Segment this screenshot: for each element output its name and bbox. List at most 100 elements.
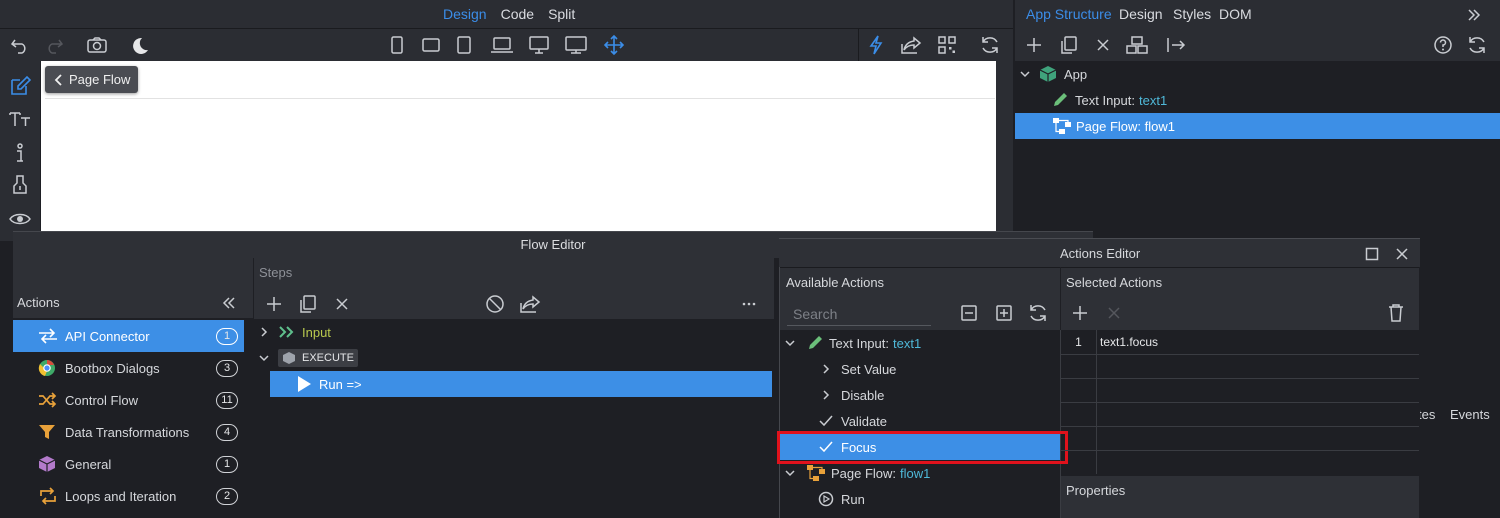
- action-api-connector[interactable]: API Connector 1: [13, 320, 244, 352]
- move-arrows-icon[interactable]: [603, 34, 625, 56]
- tab-code[interactable]: Code: [501, 6, 534, 22]
- collapse-all-icon[interactable]: [960, 304, 978, 322]
- grid-line: [1061, 426, 1419, 427]
- copy-step-icon[interactable]: [298, 294, 318, 314]
- action-count: 3: [216, 360, 238, 377]
- camera-icon[interactable]: [86, 36, 108, 54]
- help-icon[interactable]: [1433, 35, 1453, 55]
- tab-events[interactable]: Events: [1450, 407, 1490, 422]
- play-circle-icon: [818, 491, 834, 507]
- page-flow-back-button[interactable]: Page Flow: [45, 66, 139, 93]
- component-icon[interactable]: [1125, 35, 1149, 55]
- play-icon: [298, 376, 311, 392]
- add-action-icon[interactable]: [1071, 304, 1089, 322]
- execute-pill: EXECUTE: [278, 349, 358, 367]
- tablet-landscape-icon[interactable]: [421, 37, 441, 53]
- desktop-icon[interactable]: [528, 35, 550, 55]
- swap-arrows-icon: [39, 328, 57, 344]
- tab-split[interactable]: Split: [548, 6, 575, 22]
- available-action-set-value[interactable]: Set Value: [780, 356, 1060, 382]
- redo-icon[interactable]: [44, 36, 64, 54]
- step-run[interactable]: Run =>: [270, 371, 772, 397]
- maximize-icon[interactable]: [1365, 247, 1379, 261]
- tree-item-app-label: App: [1064, 66, 1088, 82]
- tab-design-panel[interactable]: Design: [1119, 6, 1163, 22]
- flow-icon: [1053, 118, 1071, 134]
- close-window-icon[interactable]: [1395, 247, 1409, 261]
- tree-item-page-flow-label: Page Flow: flow1: [1076, 118, 1175, 134]
- lightning-icon[interactable]: [868, 34, 884, 56]
- right-panel-tabs: App Structure Design Styles DOM: [1015, 0, 1500, 29]
- mode-bar: Design Code Split: [0, 0, 1013, 29]
- cube-icon: [1039, 66, 1057, 82]
- available-group-label: Text Input:: [829, 335, 889, 351]
- cube-icon: [38, 456, 56, 472]
- share-icon[interactable]: [900, 35, 922, 55]
- tree-item-app[interactable]: App: [1015, 61, 1500, 87]
- steps-tree: Input EXECUTE Run =>: [254, 319, 774, 518]
- tree-item-page-flow[interactable]: Page Flow: flow1: [1015, 113, 1500, 139]
- pencil-icon: [809, 336, 822, 349]
- steps-header: Steps: [254, 258, 774, 288]
- double-chevron-right-icon[interactable]: [1467, 8, 1481, 22]
- add-step-icon[interactable]: [265, 295, 283, 313]
- close-icon[interactable]: [1095, 37, 1111, 53]
- action-data-transformations[interactable]: Data Transformations 4: [13, 416, 244, 448]
- double-chevron-left-icon[interactable]: [222, 296, 236, 310]
- trash-icon[interactable]: [1387, 303, 1405, 323]
- action-bootbox-dialogs[interactable]: Bootbox Dialogs 3: [13, 352, 244, 384]
- selected-action-row[interactable]: 1 text1.focus: [1061, 330, 1419, 354]
- available-action-label: Run: [841, 491, 865, 507]
- action-general[interactable]: General 1: [13, 448, 244, 480]
- tab-styles[interactable]: Styles: [1173, 6, 1211, 22]
- disable-icon[interactable]: [485, 294, 505, 314]
- tab-attributes[interactable]: tes: [1418, 407, 1435, 422]
- text-icon[interactable]: [8, 109, 32, 129]
- copy-icon[interactable]: [1059, 35, 1079, 55]
- more-icon[interactable]: [742, 301, 756, 307]
- wide-desktop-icon[interactable]: [564, 35, 588, 55]
- tab-dom[interactable]: DOM: [1219, 6, 1252, 22]
- action-control-flow[interactable]: Control Flow 11: [13, 384, 244, 416]
- double-chevron-right-icon: [279, 326, 294, 338]
- tree-item-text-input[interactable]: Text Input: text1: [1015, 87, 1500, 113]
- exit-icon[interactable]: [1165, 36, 1187, 54]
- delete-step-icon[interactable]: [334, 296, 350, 312]
- actions-search-input[interactable]: Search: [787, 302, 931, 326]
- phone-icon[interactable]: [390, 35, 404, 55]
- step-execute[interactable]: EXECUTE: [254, 345, 774, 371]
- export-icon[interactable]: [519, 294, 541, 314]
- shuffle-icon: [39, 392, 57, 408]
- refresh-actions-icon[interactable]: [1027, 302, 1049, 324]
- selected-action-value: text1.focus: [1100, 335, 1159, 349]
- refresh-icon[interactable]: [979, 34, 1001, 56]
- remove-action-icon[interactable]: [1107, 306, 1121, 320]
- tree-item-text-input-label: Text Input:: [1075, 92, 1135, 108]
- tablet-icon[interactable]: [456, 35, 472, 55]
- focus-highlight-box: [777, 431, 1068, 464]
- design-canvas[interactable]: [41, 61, 996, 231]
- edit-icon[interactable]: [9, 75, 31, 97]
- action-count: 2: [216, 488, 238, 505]
- eye-icon[interactable]: [8, 211, 32, 227]
- laptop-icon[interactable]: [490, 36, 514, 54]
- reload-icon[interactable]: [1466, 34, 1488, 56]
- expand-all-icon[interactable]: [995, 304, 1013, 322]
- action-label: Data Transformations: [65, 424, 190, 440]
- tab-app-structure[interactable]: App Structure: [1026, 6, 1112, 22]
- available-action-run[interactable]: Run: [780, 486, 1060, 512]
- available-group-text-input[interactable]: Text Input: text1: [780, 330, 1060, 356]
- info-icon[interactable]: [13, 142, 27, 164]
- moon-icon[interactable]: [130, 36, 150, 56]
- step-input[interactable]: Input: [254, 319, 774, 345]
- add-icon[interactable]: [1025, 36, 1043, 54]
- qr-code-icon[interactable]: [937, 35, 957, 55]
- undo-icon[interactable]: [10, 36, 30, 54]
- available-action-disable[interactable]: Disable: [780, 382, 1060, 408]
- available-action-label: Set Value: [841, 361, 897, 377]
- action-loops-and-iteration[interactable]: Loops and Iteration 2: [13, 480, 244, 512]
- selected-action-index: 1: [1075, 335, 1082, 349]
- brush-icon[interactable]: [10, 174, 30, 196]
- steps-toolbar: [254, 288, 774, 319]
- tab-design[interactable]: Design: [443, 6, 487, 22]
